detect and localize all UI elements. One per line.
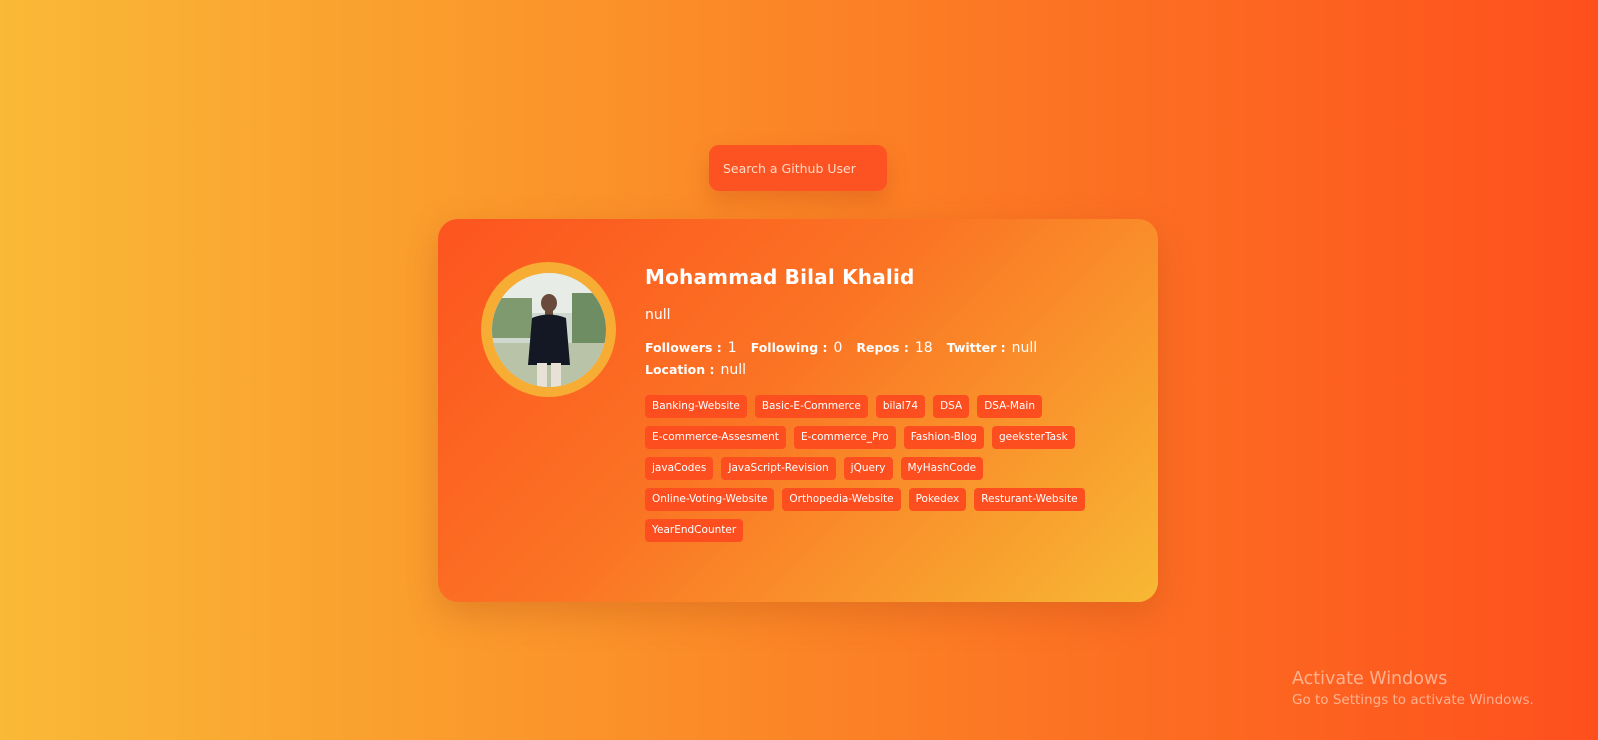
profile-card: Mohammad Bilal Khalid null Followers : 1 … xyxy=(438,219,1158,602)
profile-info: Mohammad Bilal Khalid null Followers : 1 … xyxy=(645,263,1135,550)
user-stats: Followers : 1 Following : 0 Repos : 18 Twit… xyxy=(645,337,1135,381)
location-label: Location : xyxy=(645,362,715,377)
activation-subtitle: Go to Settings to activate Windows. xyxy=(1292,692,1534,708)
repo-tag[interactable]: Fashion-Blog xyxy=(903,426,984,449)
repo-tag[interactable]: E-commerce_Pro xyxy=(793,426,896,449)
followers-label: Followers : xyxy=(645,340,722,355)
location-stat: Location : null xyxy=(645,359,746,381)
twitter-value: null xyxy=(1011,340,1038,356)
repos-label: Repos : xyxy=(856,340,909,355)
location-value: null xyxy=(720,362,747,378)
repo-tag[interactable]: Pokedex xyxy=(908,488,967,511)
repos-value: 18 xyxy=(914,340,933,356)
repo-tag[interactable]: Banking-Website xyxy=(645,395,747,418)
avatar-photo xyxy=(491,272,606,387)
followers-value: 1 xyxy=(727,340,737,356)
search-container xyxy=(709,145,887,191)
repos-stat: Repos : 18 xyxy=(856,337,932,359)
location-row: Location : null xyxy=(645,359,1135,381)
repo-tag[interactable]: Basic-E-Commerce xyxy=(754,395,868,418)
followers-stat: Followers : 1 xyxy=(645,337,737,359)
avatar xyxy=(491,272,606,387)
repo-tag[interactable]: geeksterTask xyxy=(991,426,1075,449)
twitter-label: Twitter : xyxy=(946,340,1006,355)
repo-tag[interactable]: MyHashCode xyxy=(900,457,984,480)
following-value: 0 xyxy=(833,340,843,356)
stats-row: Followers : 1 Following : 0 Repos : 18 Twit… xyxy=(645,337,1135,359)
windows-activation-watermark: Activate Windows Go to Settings to activ… xyxy=(1292,668,1534,710)
repo-tag[interactable]: DSA xyxy=(933,395,970,418)
repo-tag[interactable]: E-commerce-Assesment xyxy=(645,426,786,449)
repo-tag[interactable]: jQuery xyxy=(843,457,893,480)
search-input[interactable] xyxy=(709,145,887,191)
repo-tag[interactable]: DSA-Main xyxy=(977,395,1042,418)
repo-tag[interactable]: javaCodes xyxy=(645,457,714,480)
following-label: Following : xyxy=(750,340,828,355)
repo-tag[interactable]: YearEndCounter xyxy=(645,519,744,542)
user-bio: null xyxy=(645,307,671,323)
repo-tag[interactable]: bilal74 xyxy=(875,395,926,418)
repo-tag[interactable]: Orthopedia-Website xyxy=(782,488,901,511)
user-name: Mohammad Bilal Khalid xyxy=(645,265,915,289)
repo-tag[interactable]: JavaScript-Revision xyxy=(721,457,836,480)
avatar-ring xyxy=(481,262,616,397)
activation-title: Activate Windows xyxy=(1292,669,1448,689)
repo-tag[interactable]: Online-Voting-Website xyxy=(645,488,775,511)
twitter-stat: Twitter : null xyxy=(947,337,1037,359)
following-stat: Following : 0 xyxy=(751,337,843,359)
repo-list: Banking-Website Basic-E-Commerce bilal74… xyxy=(645,395,1095,550)
repo-tag[interactable]: Resturant-Website xyxy=(974,488,1085,511)
